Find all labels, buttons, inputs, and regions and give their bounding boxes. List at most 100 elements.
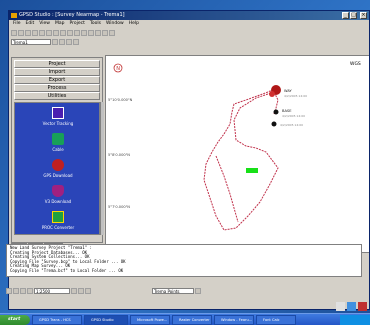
tool-proc-converter[interactable]: PROC Converter: [15, 211, 101, 239]
tool-list-scrollbar[interactable]: [100, 102, 104, 235]
paste-button[interactable]: [53, 30, 59, 36]
tool-icon[interactable]: [85, 287, 91, 294]
main-toolbar: [9, 29, 369, 37]
console-line: Copying File "Trema.bcf" to Local Folder…: [10, 267, 124, 273]
marker-sublabel: 4/2/2005 14:00: [282, 114, 305, 118]
project-button[interactable]: Project: [14, 60, 100, 68]
refresh-button[interactable]: [59, 39, 65, 45]
menu-tools[interactable]: Tools: [90, 20, 101, 28]
tool-cable[interactable]: Cable: [15, 133, 101, 161]
pan-button[interactable]: [88, 30, 94, 36]
import-button[interactable]: Import: [14, 68, 100, 76]
desktop-shortcut-icon[interactable]: [336, 302, 345, 311]
tool-panel: Project Import Export Process Utilities …: [11, 57, 104, 243]
taskbar-item[interactable]: GPSD Trans - HCS: [32, 315, 82, 325]
map-view[interactable]: N WGS 5°10'0.000"N 5°8'0.000"N 5°7'0.000…: [105, 55, 370, 253]
proc-converter-icon: [52, 211, 64, 223]
print-button[interactable]: [32, 30, 38, 36]
layer-select[interactable]: Trema Points: [152, 287, 194, 294]
zoom-scale-select[interactable]: 1:2500: [34, 287, 70, 294]
open-file-button[interactable]: [18, 30, 24, 36]
app-icon: [11, 13, 17, 18]
snap-button[interactable]: [73, 39, 79, 45]
window-title: GPSD Studio : [Survey Nearmap - Trema1]: [19, 12, 125, 18]
output-console[interactable]: New Land Survey Project "Trema1" : Creat…: [6, 244, 362, 277]
taskbar: start GPSD Trans - HCS GPSD Studio Micro…: [0, 313, 370, 325]
tool-label: Vector Tracking: [42, 121, 74, 126]
tool-label: PROC Converter: [41, 225, 75, 230]
menu-edit[interactable]: Edit: [26, 20, 35, 28]
layer-button[interactable]: [52, 39, 58, 45]
menu-map[interactable]: Map: [55, 20, 65, 28]
zoom-out-button[interactable]: [81, 30, 87, 36]
utilities-button[interactable]: Utilities: [14, 92, 100, 100]
track-tool-icon: [52, 107, 64, 119]
zoom-icon[interactable]: [6, 287, 12, 294]
marker-label: BASE: [282, 109, 292, 113]
tool-label: Cable: [52, 147, 64, 152]
map-canvas[interactable]: N WGS 5°10'0.000"N 5°8'0.000"N 5°7'0.000…: [106, 56, 370, 252]
process-button[interactable]: Process: [14, 84, 100, 92]
marker-label: WAY: [284, 89, 293, 93]
project-combo[interactable]: Trema1: [11, 39, 51, 45]
start-button[interactable]: start: [0, 315, 30, 325]
tool-icon[interactable]: [78, 287, 84, 294]
close-button[interactable]: ×: [360, 12, 367, 19]
new-file-button[interactable]: [11, 30, 17, 36]
gps-download-icon: [52, 159, 64, 171]
select-icon[interactable]: [20, 287, 26, 294]
copy-button[interactable]: [46, 30, 52, 36]
tool-label: V3 Download: [44, 199, 72, 204]
taskbar-item[interactable]: Window - Fearu...: [214, 315, 254, 325]
measure-button[interactable]: [102, 30, 108, 36]
taskbar-item[interactable]: Microsoft Powe...: [130, 315, 170, 325]
grid-button[interactable]: [66, 39, 72, 45]
cable-tool-icon: [52, 133, 64, 145]
taskbar-item[interactable]: Font Calc: [256, 315, 296, 325]
tool-gps-download[interactable]: GPS Download: [15, 159, 101, 187]
system-tray: [340, 315, 370, 325]
save-button[interactable]: [25, 30, 31, 36]
tool-icon[interactable]: [71, 287, 77, 294]
y-tick-label: 5°8'0.000"N: [108, 153, 130, 157]
undo-button[interactable]: [60, 30, 66, 36]
north-label: N: [116, 66, 120, 72]
measure-icon[interactable]: [27, 287, 33, 294]
menu-window[interactable]: Window: [106, 20, 124, 28]
menu-help[interactable]: Help: [129, 20, 139, 28]
selection-highlight: [246, 168, 258, 173]
desktop-shortcut-icon[interactable]: [347, 302, 356, 311]
cut-button[interactable]: [39, 30, 45, 36]
survey-track-return: [215, 155, 239, 223]
tool-v3-download[interactable]: V3 Download: [15, 185, 101, 213]
zoom-in-button[interactable]: [74, 30, 80, 36]
menu-view[interactable]: View: [39, 20, 50, 28]
pan-icon[interactable]: [13, 287, 19, 294]
menu-project[interactable]: Project: [69, 20, 84, 28]
secondary-toolbar: Trema1: [9, 38, 369, 46]
layer-options-icon[interactable]: [195, 287, 201, 294]
select-button[interactable]: [95, 30, 101, 36]
menu-bar: File Edit View Map Project Tools Window …: [9, 20, 369, 28]
tool-label: GPS Download: [43, 173, 73, 178]
desktop-shortcut-icon[interactable]: [358, 302, 367, 311]
waypoint-marker: [269, 91, 275, 97]
taskbar-item[interactable]: Raster Converter: [172, 315, 212, 325]
export-button[interactable]: Export: [14, 76, 100, 84]
north-arrow-icon: N: [113, 63, 123, 73]
point-marker: [271, 121, 277, 127]
maximize-button[interactable]: □: [350, 12, 357, 19]
utilities-tool-list: Vector Tracking Cable GPS Download V3 Do…: [14, 102, 100, 235]
menu-file[interactable]: File: [13, 20, 21, 28]
help-button[interactable]: [109, 30, 115, 36]
y-tick-label: 5°7'0.000"N: [108, 205, 130, 209]
map-status-toolbar: 1:2500 Trema Points: [6, 286, 362, 295]
tool-vector-tracking[interactable]: Vector Tracking: [15, 107, 101, 135]
v3-download-icon: [52, 185, 64, 197]
title-bar: GPSD Studio : [Survey Nearmap - Trema1]: [9, 11, 369, 20]
redo-button[interactable]: [67, 30, 73, 36]
minimize-button[interactable]: _: [342, 12, 349, 19]
taskbar-item[interactable]: GPSD Studio: [84, 315, 128, 325]
survey-track: [203, 87, 279, 231]
scale-label: WGS: [350, 61, 361, 67]
